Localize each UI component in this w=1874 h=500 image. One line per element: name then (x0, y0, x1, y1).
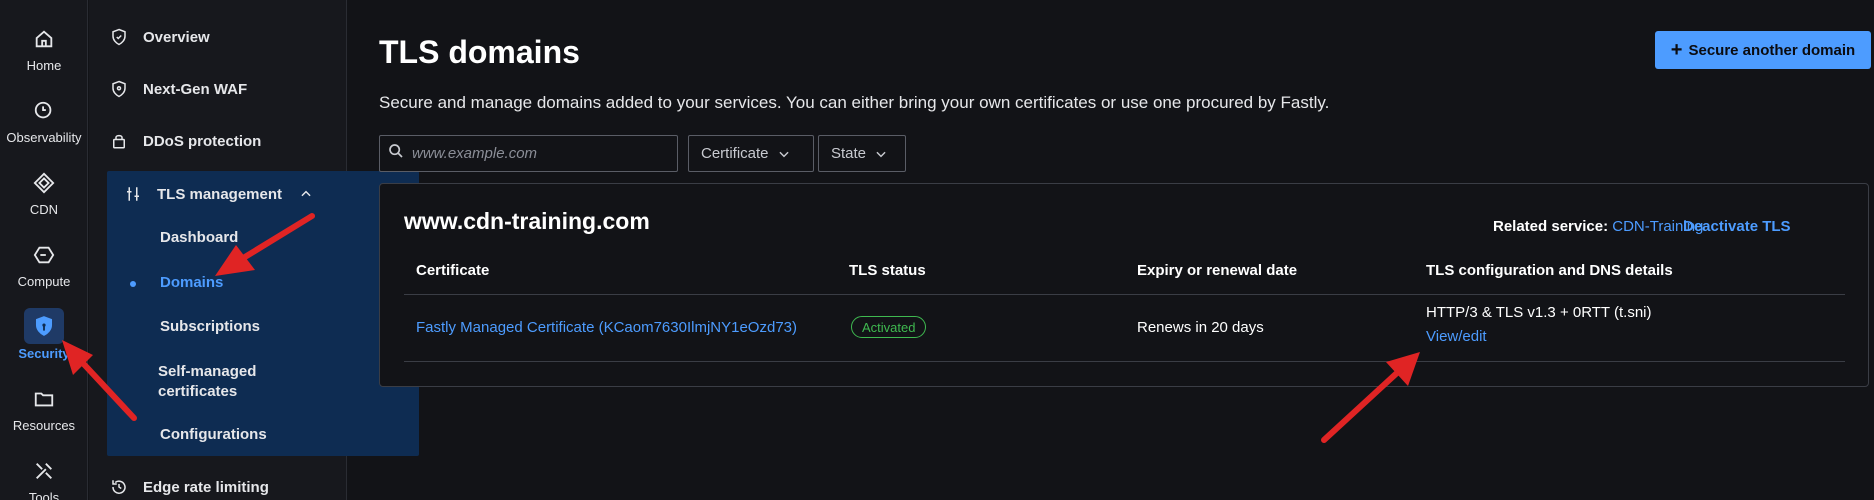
related-service: Related service: CDN-Training (1493, 218, 1703, 235)
chevron-up-icon[interactable] (299, 187, 313, 206)
security-subnav: Overview Next-Gen WAF DDoS protection TL… (89, 0, 419, 500)
column-header-certificate: Certificate (416, 262, 490, 279)
deactivate-tls-link[interactable]: Deactivate TLS (1683, 218, 1791, 235)
expiry-value: Renews in 20 days (1137, 319, 1264, 336)
nav-item-ddos[interactable]: DDoS protection (109, 126, 261, 156)
history-icon (109, 477, 129, 497)
sliders-icon (123, 184, 143, 204)
domain-name: www.cdn-training.com (404, 208, 650, 234)
tools-icon (31, 458, 57, 484)
view-edit-link[interactable]: View/edit (1426, 328, 1487, 345)
chevron-down-icon (874, 147, 888, 161)
page-description: Secure and manage domains added to your … (379, 93, 1330, 112)
app-root: Home Observability CDN Compute Security (0, 0, 1874, 500)
nav-subitem-self-managed-line2: certificates (158, 383, 238, 400)
nav-label-tls-management: TLS management (157, 185, 283, 203)
rail-item-observability[interactable]: Observability (0, 98, 88, 145)
state-filter-label: State (831, 145, 867, 162)
active-indicator-dot (130, 281, 136, 287)
domain-card: www.cdn-training.com Related service: CD… (379, 183, 1869, 387)
search-icon (388, 143, 404, 164)
nav-item-ngwaf[interactable]: Next-Gen WAF (109, 74, 247, 104)
secure-another-domain-label: Secure another domain (1688, 41, 1856, 59)
table-row-divider (404, 361, 1845, 362)
table-header-divider (404, 294, 1845, 295)
nav-label-ddos: DDoS protection (143, 132, 262, 150)
nav-label-edge-rate-limiting: Edge rate limiting (143, 478, 269, 496)
column-header-tls-status: TLS status (849, 262, 926, 279)
certificate-link[interactable]: Fastly Managed Certificate (KCaom7630Ilm… (416, 319, 797, 336)
rail-item-compute[interactable]: Compute (0, 242, 88, 289)
related-service-label: Related service: (1493, 218, 1609, 235)
rail-item-cdn[interactable]: CDN (0, 170, 88, 217)
rail-item-resources[interactable]: Resources (0, 386, 88, 433)
shield-icon (109, 79, 129, 99)
shield-icon (24, 308, 64, 344)
nav-subitem-dashboard[interactable]: Dashboard (160, 229, 238, 246)
nav-subitem-subscriptions[interactable]: Subscriptions (160, 318, 260, 335)
rail-label-resources: Resources (12, 418, 76, 433)
rail-item-security[interactable]: Security (0, 308, 88, 361)
nav-subitem-self-managed-certificates[interactable]: Self-managed certificates (158, 362, 256, 402)
nav-subitem-self-managed-line1: Self-managed (158, 363, 257, 380)
lock-icon (109, 131, 129, 151)
rail-label-compute: Compute (17, 274, 71, 289)
plus-icon: + (1670, 38, 1683, 61)
domain-search (379, 135, 678, 172)
shield-check-icon (109, 27, 129, 47)
column-header-expiry: Expiry or renewal date (1137, 262, 1298, 279)
rail-label-cdn: CDN (29, 202, 59, 217)
rail-item-tools[interactable]: Tools (0, 458, 88, 500)
search-input[interactable] (412, 145, 662, 162)
observability-icon (31, 98, 57, 124)
state-filter-dropdown[interactable]: State (818, 135, 906, 172)
page-title: TLS domains (379, 34, 580, 70)
nav-label-overview: Overview (143, 28, 210, 46)
rail-item-home[interactable]: Home (0, 26, 88, 73)
rail-label-tools: Tools (28, 490, 60, 500)
chevron-down-icon (777, 147, 791, 161)
folder-icon (31, 386, 57, 412)
column-header-tls-config: TLS configuration and DNS details (1426, 262, 1673, 279)
rail-label-home: Home (26, 58, 62, 73)
compute-icon (31, 242, 57, 268)
nav-label-ngwaf: Next-Gen WAF (143, 80, 248, 98)
tls-config-value: HTTP/3 & TLS v1.3 + 0RTT (t.sni) (1426, 304, 1652, 321)
rail-label-security: Security (18, 346, 70, 361)
main-content: TLS domains Secure and manage domains ad… (348, 0, 1874, 500)
home-icon (31, 26, 57, 52)
cdn-icon (31, 170, 57, 196)
nav-item-edge-rate-limiting[interactable]: Edge rate limiting (109, 472, 269, 500)
certificate-filter-dropdown[interactable]: Certificate (688, 135, 814, 172)
nav-item-overview[interactable]: Overview (109, 22, 210, 52)
secure-another-domain-button[interactable]: + Secure another domain (1655, 31, 1871, 69)
icon-rail: Home Observability CDN Compute Security (0, 0, 88, 500)
status-badge: Activated (851, 316, 927, 338)
nav-subitem-domains[interactable]: Domains (160, 274, 223, 291)
rail-label-observability: Observability (6, 130, 82, 145)
nav-item-tls-management[interactable]: TLS management (123, 179, 323, 209)
certificate-filter-label: Certificate (701, 145, 769, 162)
nav-subitem-configurations[interactable]: Configurations (160, 426, 267, 443)
